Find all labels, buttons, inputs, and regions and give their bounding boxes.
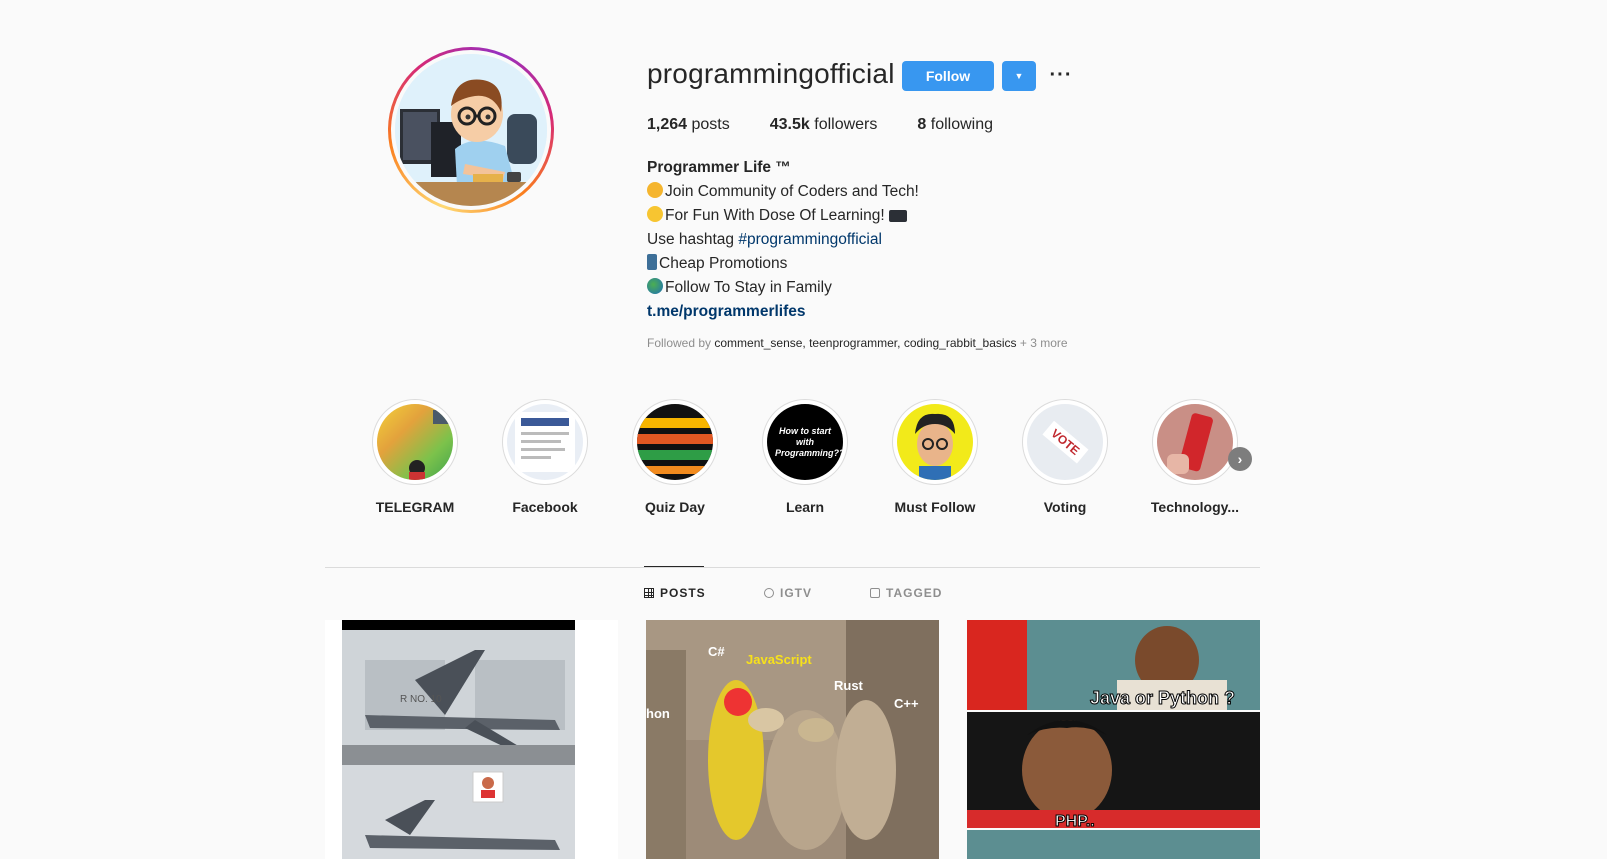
highlight-thumbnail-text: How to start with Programming??? — [775, 425, 843, 458]
bio-line: For Fun With Dose Of Learning! — [647, 204, 919, 228]
highlight-voting[interactable]: VOTE Voting — [1010, 399, 1120, 515]
heart-hands-icon — [647, 182, 663, 198]
highlight-thumbnail — [637, 418, 713, 474]
suggested-accounts-button[interactable]: ▼ — [1002, 61, 1036, 91]
highlight-telegram[interactable]: TELEGRAM — [360, 399, 470, 515]
followers-count: 43.5k — [769, 116, 810, 133]
following-label: following — [930, 116, 994, 133]
follower-name: comment_sense — [714, 336, 803, 350]
highlight-label: Voting — [1043, 499, 1087, 515]
profile-bio: Programmer Life ™ Join Community of Code… — [647, 156, 919, 324]
bio-line: Use hashtag #programmingofficial — [647, 231, 882, 248]
post-image-soldiers-meme: C# JavaScript Rust C++ hon — [646, 620, 939, 859]
chevron-right-icon: › — [1237, 451, 1243, 467]
bio-line: Cheap Promotions — [647, 252, 919, 276]
highlight-thumbnail — [1167, 413, 1213, 474]
post-thumbnail[interactable]: R NO. 10 — [325, 620, 618, 859]
highlight-thumbnail-text: VOTE — [1042, 420, 1088, 464]
tagged-user-icon — [870, 588, 880, 598]
hashtag-link[interactable]: #programmingofficial — [738, 231, 882, 248]
chevron-down-icon: ▼ — [1014, 71, 1024, 81]
highlight-label: Quiz Day — [645, 499, 705, 515]
profile-username: programmingofficial — [647, 58, 895, 89]
mobile-phone-icon — [647, 254, 657, 270]
tab-posts[interactable]: POSTS — [644, 586, 706, 600]
following-count: 8 — [917, 116, 927, 133]
highlight-facebook[interactable]: Facebook — [490, 399, 600, 515]
followed-by[interactable]: Followed by comment_sense, teenprogramme… — [647, 336, 1068, 350]
post-thumbnail[interactable]: C# JavaScript Rust C++ hon — [646, 620, 939, 859]
laptop-icon — [888, 210, 907, 222]
profile-stats: 1,264 posts 43.5k followers 8 following — [647, 116, 993, 134]
svg-text:R NO. 10: R NO. 10 — [400, 694, 442, 705]
laughing-emoji-icon — [647, 206, 663, 222]
highlights-next-button[interactable]: › — [1228, 447, 1252, 471]
external-link[interactable]: t.me/programmerlifes — [647, 303, 806, 320]
highlight-thumbnail — [915, 413, 955, 480]
posts-count: 1,264 — [647, 116, 688, 133]
profile-display-name: Programmer Life ™ — [647, 159, 791, 176]
igtv-icon — [764, 588, 774, 598]
post-label: Rust — [834, 678, 864, 693]
highlight-learn[interactable]: How to start with Programming??? Learn — [750, 399, 860, 515]
bio-line: Follow To Stay in Family — [647, 276, 919, 300]
following-stat[interactable]: 8 following — [917, 116, 993, 134]
follower-name: teenprogrammer — [809, 336, 898, 350]
highlight-label: Facebook — [512, 499, 578, 515]
post-caption: PHP.. — [1055, 813, 1095, 830]
followers-stat[interactable]: 43.5k followers — [770, 116, 878, 134]
post-label: C++ — [894, 696, 919, 711]
more-options-button[interactable]: ··· — [1049, 61, 1073, 89]
highlight-label: Must Follow — [894, 499, 976, 515]
highlight-label: Technology... — [1150, 499, 1240, 515]
grid-icon — [644, 588, 654, 598]
highlight-label: TELEGRAM — [375, 499, 455, 515]
profile-avatar[interactable] — [388, 47, 554, 213]
post-image-java-python-meme: Java or Python ? PHP.. — [967, 620, 1260, 859]
profile-page: programmingofficial Follow ▼ ··· 1,264 p… — [0, 0, 1607, 859]
posts-label: posts — [691, 116, 730, 133]
post-image-airplane: R NO. 10 — [342, 620, 575, 859]
highlight-thumbnail — [409, 410, 449, 480]
post-label: JavaScript — [746, 652, 812, 667]
post-thumbnail[interactable]: Java or Python ? PHP.. — [967, 620, 1260, 859]
programmer-avatar-illustration — [395, 54, 547, 206]
highlight-quiz-day[interactable]: Quiz Day — [620, 399, 730, 515]
tab-igtv[interactable]: IGTV — [764, 586, 812, 600]
follow-button[interactable]: Follow — [902, 61, 994, 91]
post-caption: Java or Python ? — [1090, 688, 1235, 708]
post-label: C# — [708, 644, 725, 659]
highlight-thumbnail — [515, 412, 575, 472]
bio-line: Join Community of Coders and Tech! — [647, 180, 919, 204]
tab-tagged[interactable]: TAGGED — [870, 586, 942, 600]
posts-stat: 1,264 posts — [647, 116, 730, 134]
follower-name: coding_rabbit_basics — [903, 336, 1017, 350]
highlight-label: Learn — [785, 499, 825, 515]
followers-label: followers — [814, 116, 878, 133]
ellipsis-icon: ··· — [1049, 63, 1073, 86]
tabs-divider — [325, 567, 1260, 568]
globe-icon — [647, 278, 663, 294]
post-label: hon — [646, 706, 670, 721]
story-highlights: TELEGRAM Facebook Quiz Day How to start … — [360, 399, 1260, 519]
highlight-must-follow[interactable]: Must Follow — [880, 399, 990, 515]
active-tab-indicator — [644, 566, 704, 567]
bio-line: t.me/programmerlifes — [647, 300, 919, 324]
